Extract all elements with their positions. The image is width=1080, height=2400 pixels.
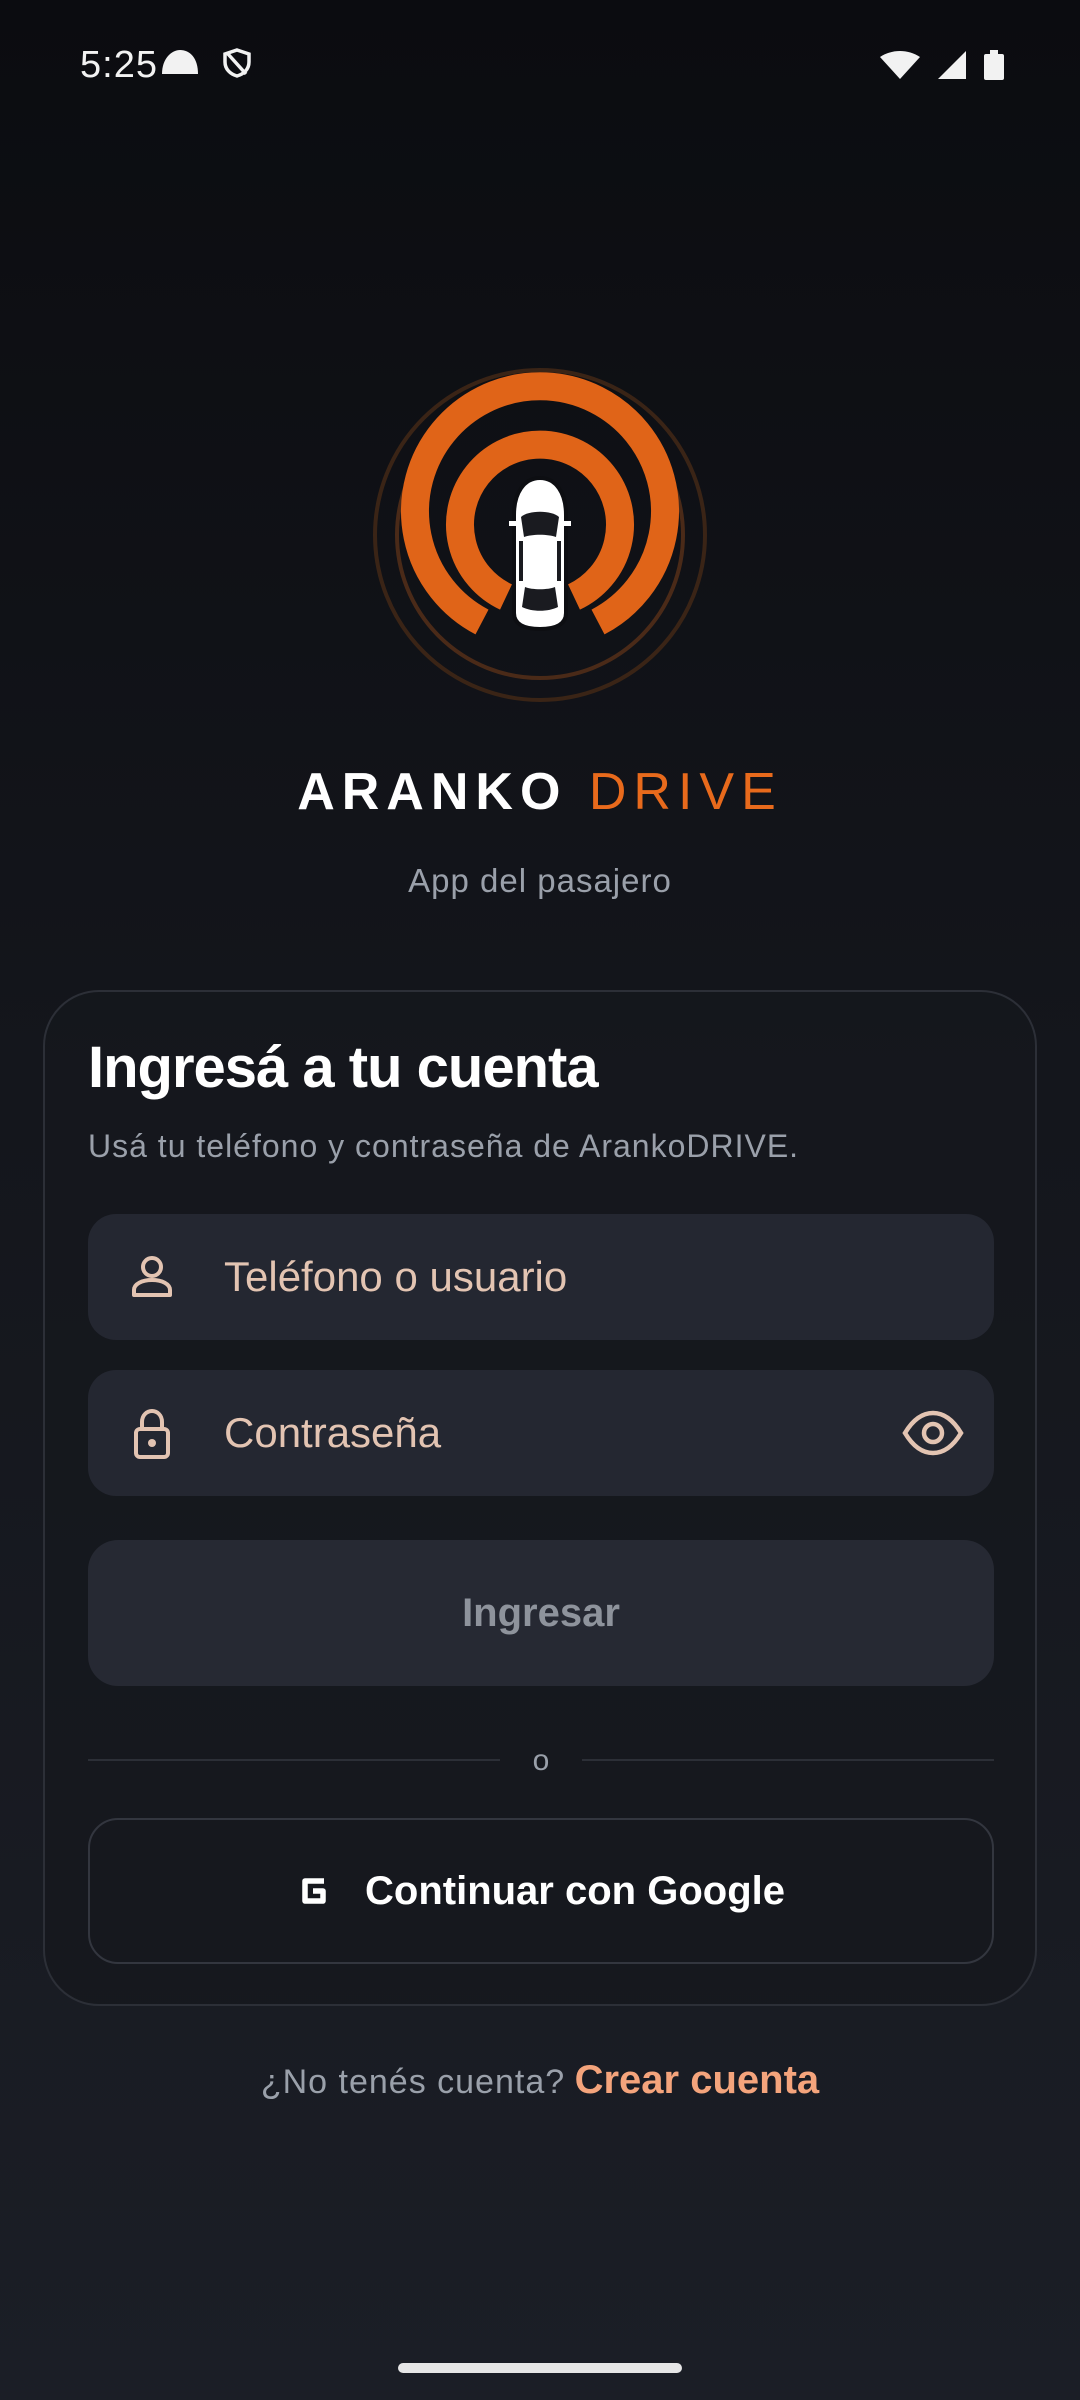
status-bar: 5:25 <box>0 0 1080 110</box>
home-indicator[interactable] <box>398 2363 682 2373</box>
login-card: Ingresá a tu cuenta Usá tu teléfono y co… <box>43 990 1037 2006</box>
app-logo <box>373 368 707 702</box>
google-button-label: Continuar con Google <box>365 1868 785 1913</box>
card-description: Usá tu teléfono y contraseña de ArankoDR… <box>88 1128 800 1164</box>
password-input[interactable] <box>224 1370 844 1496</box>
battery-icon <box>984 50 1004 80</box>
car-icon <box>509 475 571 632</box>
brand-name: ARANKO DRIVE <box>0 762 1080 822</box>
cloud-icon <box>162 50 198 74</box>
google-g-icon <box>302 1878 326 1904</box>
brand-name-part2: DRIVE <box>588 763 783 821</box>
eye-icon[interactable] <box>902 1408 964 1458</box>
username-input[interactable] <box>224 1214 844 1340</box>
person-icon <box>132 1256 172 1297</box>
username-field[interactable] <box>88 1214 994 1340</box>
divider-text: o <box>532 1744 550 1777</box>
status-time: 5:25 <box>80 44 158 86</box>
shield-icon <box>223 48 251 78</box>
login-button[interactable]: Ingresar <box>88 1540 994 1686</box>
signal-icon <box>938 51 966 79</box>
password-field[interactable] <box>88 1370 994 1496</box>
app-subtitle: App del pasajero <box>408 862 672 899</box>
google-signin-button[interactable]: Continuar con Google <box>88 1818 994 1964</box>
wifi-icon <box>880 51 920 79</box>
signup-question: ¿No tenés cuenta? <box>260 2063 566 2101</box>
lock-icon <box>134 1408 170 1459</box>
or-divider: o <box>88 1744 994 1777</box>
brand-name-part1: ARANKO <box>297 763 568 821</box>
create-account-link[interactable]: Crear cuenta <box>575 2058 820 2102</box>
signup-prompt: ¿No tenés cuenta? Crear cuenta <box>0 2058 1080 2103</box>
card-title: Ingresá a tu cuenta <box>88 1035 599 1100</box>
